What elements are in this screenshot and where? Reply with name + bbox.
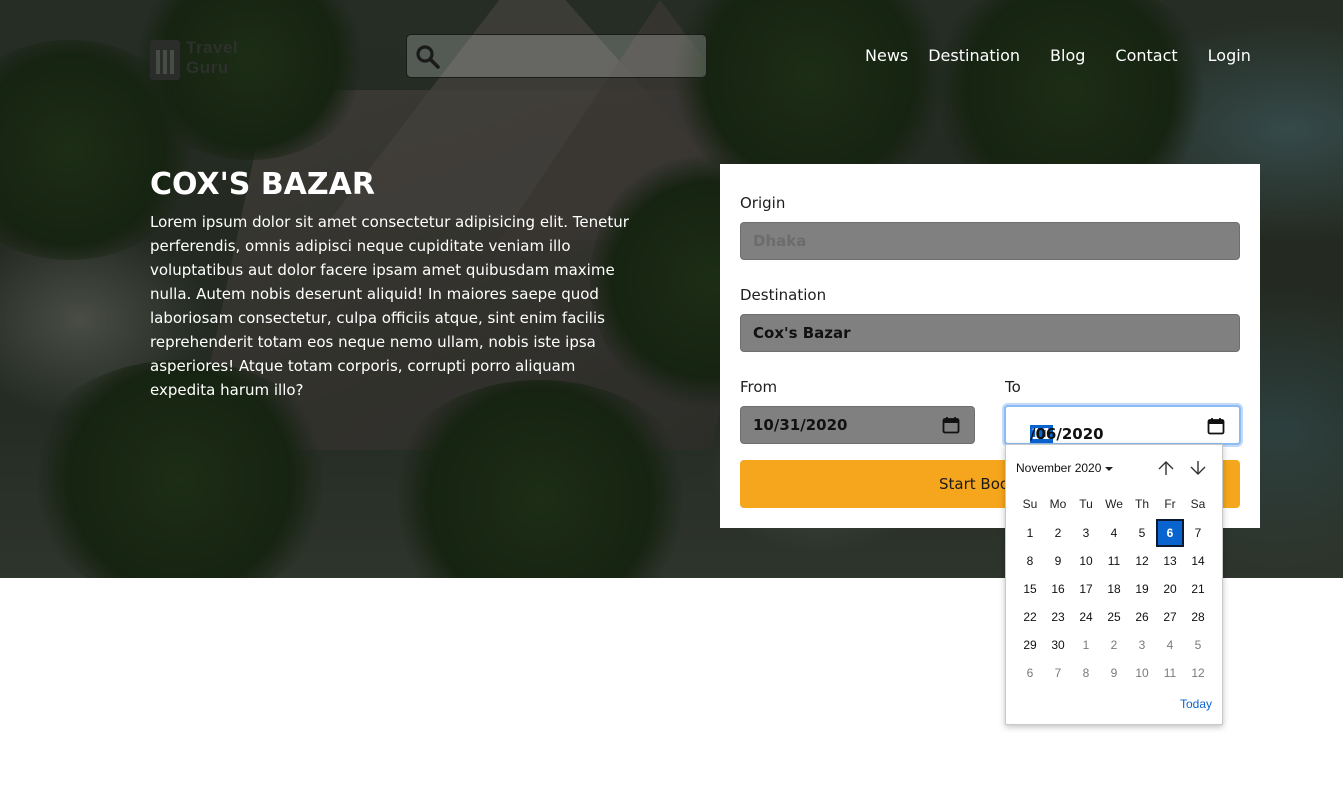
search-bar[interactable] [406, 34, 707, 78]
search-icon [416, 45, 440, 69]
day-cell[interactable]: 16 [1044, 575, 1072, 603]
day-cell[interactable]: 18 [1100, 575, 1128, 603]
day-cell[interactable]: 4 [1100, 519, 1128, 547]
arrow-down-icon[interactable] [1189, 459, 1207, 477]
day-cell[interactable]: 22 [1016, 603, 1044, 631]
day-cell[interactable]: 11 [1156, 659, 1184, 687]
hero-description: Lorem ipsum dolor sit amet consectetur a… [150, 213, 629, 399]
weekday-label: Th [1134, 497, 1149, 511]
day-cell[interactable]: 5 [1184, 631, 1212, 659]
day-cell[interactable]: 2 [1044, 519, 1072, 547]
day-cell[interactable]: 9 [1100, 659, 1128, 687]
day-cell[interactable]: 30 [1044, 631, 1072, 659]
day-cell[interactable]: 29 [1016, 631, 1044, 659]
weekday-label: Mo [1049, 497, 1067, 511]
page-title: COX'S BAZAR [150, 167, 375, 202]
day-cell[interactable]: 2 [1100, 631, 1128, 659]
to-date-rest: /06/2020 [1030, 425, 1104, 443]
nav-link-contact[interactable]: Contact [1115, 46, 1177, 65]
nav-link-destination[interactable]: Destination [928, 46, 1020, 65]
main-nav: News Destination Blog Contact Login [865, 46, 1251, 65]
arrow-up-icon[interactable] [1157, 459, 1175, 477]
caret-down-icon [1105, 466, 1114, 471]
day-cell[interactable]: 25 [1100, 603, 1128, 631]
origin-label: Origin [740, 194, 786, 212]
origin-field[interactable]: Dhaka [740, 222, 1240, 260]
weekday-label: Fr [1164, 497, 1176, 511]
logo-mark [150, 40, 180, 80]
day-cell[interactable]: 12 [1128, 547, 1156, 575]
day-cell[interactable]: 4 [1156, 631, 1184, 659]
month-select[interactable]: November 2020 [1016, 461, 1114, 475]
calendar-icon[interactable] [942, 416, 960, 434]
day-cell[interactable]: 7 [1184, 519, 1212, 547]
search-input[interactable] [447, 41, 697, 71]
day-grid: 1 2 3 4 5 6 7 8 9 10 11 12 13 14 15 16 17 18 19 20 21 22 23 24 2… [1016, 519, 1214, 687]
to-label: To [1005, 378, 1021, 396]
day-cell[interactable]: 15 [1016, 575, 1044, 603]
from-date-field[interactable]: 10/31/2020 [740, 406, 975, 444]
day-cell-selected[interactable]: 6 [1156, 519, 1184, 547]
destination-label: Destination [740, 286, 827, 304]
day-cell[interactable]: 8 [1072, 659, 1100, 687]
day-cell[interactable]: 3 [1128, 631, 1156, 659]
from-date-value: 10/31/2020 [753, 416, 848, 434]
day-cell[interactable]: 11 [1100, 547, 1128, 575]
site-logo[interactable]: Travel Guru [150, 36, 260, 84]
day-cell[interactable]: 21 [1184, 575, 1212, 603]
logo-text: Guru [186, 58, 229, 77]
day-cell[interactable]: 27 [1156, 603, 1184, 631]
destination-field[interactable]: Cox's Bazar [740, 314, 1240, 352]
weekday-header: Su Mo Tu We Th Fr Sa [1016, 497, 1214, 511]
nav-link-login[interactable]: Login [1208, 46, 1251, 65]
nav-link-blog[interactable]: Blog [1050, 46, 1085, 65]
day-cell[interactable]: 3 [1072, 519, 1100, 547]
calendar-icon[interactable] [1207, 417, 1225, 435]
day-cell[interactable]: 13 [1156, 547, 1184, 575]
destination-value: Cox's Bazar [753, 324, 851, 342]
weekday-label: Sa [1190, 497, 1206, 511]
date-picker-popup: November 2020 Su Mo Tu We Th Fr Sa 1 2 3 4 5 6 7 8 9 10… [1005, 444, 1223, 725]
from-label: From [740, 378, 778, 396]
day-cell[interactable]: 17 [1072, 575, 1100, 603]
day-cell[interactable]: 23 [1044, 603, 1072, 631]
origin-value: Dhaka [753, 232, 807, 250]
day-cell[interactable]: 7 [1044, 659, 1072, 687]
day-cell[interactable]: 9 [1044, 547, 1072, 575]
day-cell[interactable]: 20 [1156, 575, 1184, 603]
logo-text: Travel [186, 38, 239, 57]
day-cell[interactable]: 12 [1184, 659, 1212, 687]
month-label: November 2020 [1016, 461, 1102, 475]
day-cell[interactable]: 26 [1128, 603, 1156, 631]
day-cell[interactable]: 10 [1128, 659, 1156, 687]
weekday-label: Tu [1079, 497, 1093, 511]
day-cell[interactable]: 5 [1128, 519, 1156, 547]
day-cell[interactable]: 19 [1128, 575, 1156, 603]
day-cell[interactable]: 24 [1072, 603, 1100, 631]
day-cell[interactable]: 8 [1016, 547, 1044, 575]
day-cell[interactable]: 10 [1072, 547, 1100, 575]
weekday-label: Su [1022, 497, 1038, 511]
day-cell[interactable]: 28 [1184, 603, 1212, 631]
today-button[interactable]: Today [1180, 697, 1212, 711]
day-cell[interactable]: 1 [1072, 631, 1100, 659]
nav-link-news[interactable]: News [865, 46, 908, 65]
to-date-field[interactable]: 11/06/2020 [1004, 405, 1241, 445]
day-cell[interactable]: 14 [1184, 547, 1212, 575]
day-cell[interactable]: 6 [1016, 659, 1044, 687]
day-cell[interactable]: 1 [1016, 519, 1044, 547]
weekday-label: We [1105, 497, 1123, 511]
